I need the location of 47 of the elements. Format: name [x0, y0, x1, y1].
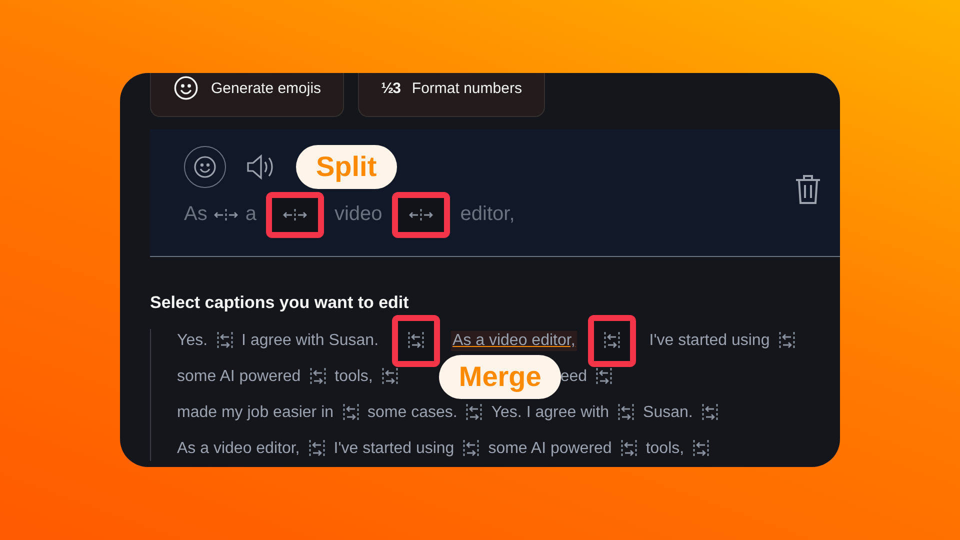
merge-icon[interactable]	[618, 403, 634, 423]
merge-icon[interactable]	[588, 315, 636, 367]
merge-icon[interactable]	[778, 331, 795, 351]
merge-callout: Merge	[438, 355, 562, 399]
caption-segment[interactable]: some cases.	[366, 403, 460, 423]
merge-icon[interactable]	[693, 439, 710, 459]
caption-segment[interactable]: I've started using	[332, 439, 456, 459]
merge-icon[interactable]	[382, 367, 398, 387]
caption-segment[interactable]: tools,	[332, 367, 375, 387]
trash-icon[interactable]	[794, 173, 822, 205]
caption-word: editor,	[460, 203, 515, 226]
merge-icon[interactable]	[463, 439, 480, 459]
caption-segment[interactable]: some AI powered	[486, 439, 614, 459]
caption-word: video	[334, 203, 382, 226]
caption-segment[interactable]: As a video editor,	[175, 439, 302, 459]
caption-segment[interactable]: Yes. I agree with	[489, 403, 612, 423]
caption-segment[interactable]: some AI powered	[175, 367, 303, 387]
split-icon[interactable]	[392, 192, 450, 238]
caption-segment[interactable]: Susan.	[641, 403, 695, 423]
merge-icon[interactable]	[702, 403, 718, 423]
merge-icon[interactable]	[308, 439, 325, 459]
fraction-icon: ½3	[381, 80, 400, 96]
split-icon[interactable]	[266, 192, 324, 238]
merge-icon[interactable]	[342, 403, 359, 423]
emoji-button[interactable]	[184, 146, 226, 188]
emoji-icon	[193, 155, 217, 179]
action-button[interactable]: ½3 Format numbers	[358, 73, 545, 117]
merge-icon[interactable]	[216, 331, 233, 351]
merge-icon[interactable]	[466, 403, 482, 423]
caption-segment[interactable]: I've started using	[647, 331, 772, 351]
section-heading: Select captions you want to edit	[150, 293, 410, 313]
action-button[interactable]: Generate emojis	[150, 73, 344, 117]
split-callout: Split	[296, 145, 397, 189]
caption-segment[interactable]: I agree with Susan.	[240, 331, 381, 351]
split-icon[interactable]	[213, 208, 240, 222]
caption-segment[interactable]: Yes.	[175, 331, 210, 351]
merge-icon[interactable]	[596, 367, 612, 387]
caption-word: As	[184, 203, 208, 226]
merge-icon[interactable]	[310, 367, 326, 387]
merge-icon[interactable]	[620, 439, 637, 459]
merge-icon[interactable]	[392, 315, 440, 367]
caption-word: a	[245, 203, 256, 226]
emoji-icon	[173, 75, 199, 101]
caption-segment[interactable]: As a video editor,	[450, 331, 578, 351]
caption-segment[interactable]: tools,	[644, 439, 686, 459]
caption-segment[interactable]: made my job easier in	[175, 403, 336, 423]
speaker-icon[interactable]	[246, 153, 276, 181]
